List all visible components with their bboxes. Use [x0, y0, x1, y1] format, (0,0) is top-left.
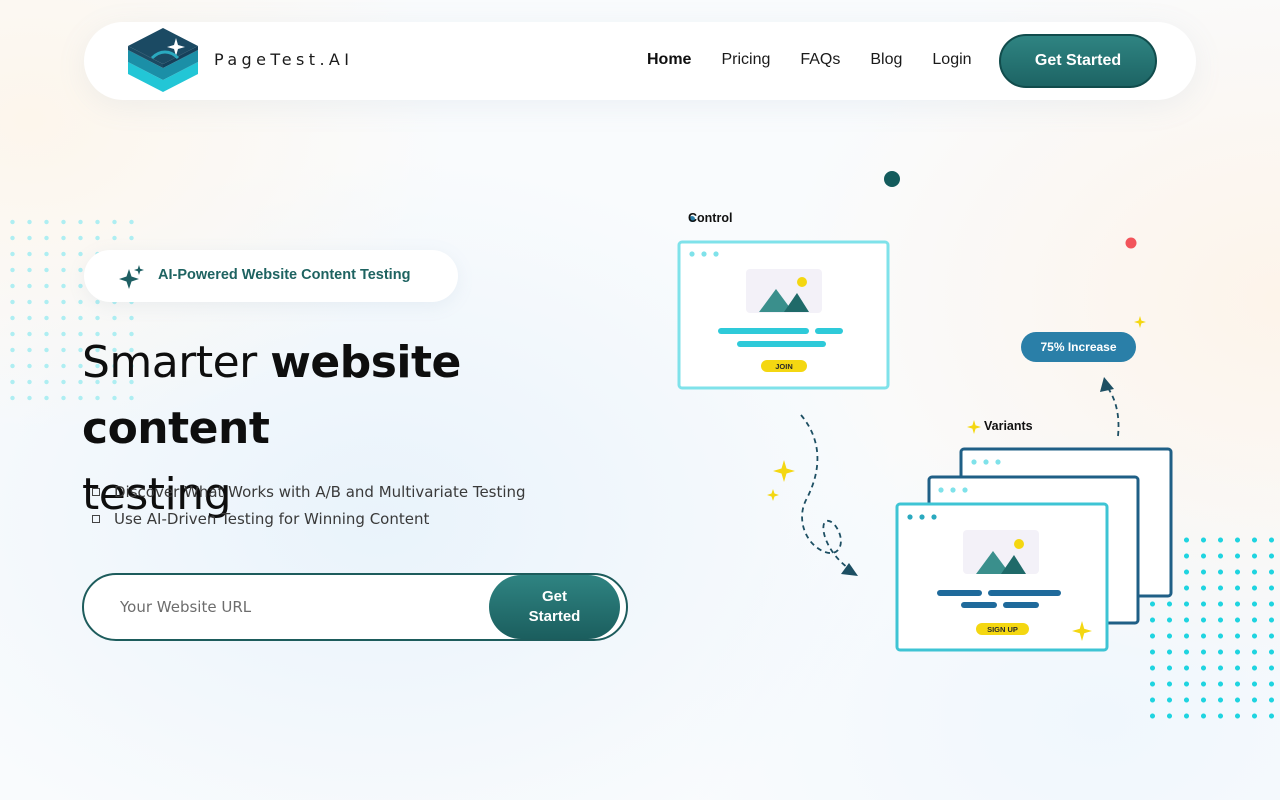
feature-text: Use AI-Driven Testing for Winning Conten…	[114, 509, 430, 528]
website-url-input[interactable]	[102, 587, 482, 627]
main-nav: Home Pricing FAQs Blog Login	[647, 51, 1002, 69]
control-label: Control	[688, 211, 733, 225]
nav-item-home[interactable]: Home	[647, 51, 691, 69]
sparkle-icon-increase	[1134, 316, 1146, 328]
feature-text: Discover What Works with A/B and Multiva…	[114, 482, 526, 501]
url-form: Get Started	[82, 573, 628, 641]
nav-item-pricing[interactable]: Pricing	[721, 51, 770, 69]
join-tag: JOIN	[761, 360, 807, 372]
feature-list: Discover What Works with A/B and Multiva…	[90, 478, 526, 532]
get-started-header-button[interactable]: Get Started	[999, 34, 1157, 88]
sparkle-icon-small	[767, 489, 779, 501]
decor-dot-red	[1125, 237, 1137, 249]
sparkle-icon-variants	[967, 420, 981, 434]
feature-item: Discover What Works with A/B and Multiva…	[90, 478, 526, 505]
sparkle-icon-large	[773, 460, 795, 482]
headline-light-text: Smarter	[82, 337, 271, 388]
dashed-arrow-down	[800, 414, 849, 569]
decor-dot-dark	[884, 171, 900, 187]
dashed-arrow-up	[1107, 387, 1120, 437]
site-header: PageTest.AI Home Pricing FAQs Blog Login…	[84, 22, 1196, 100]
nav-item-blog[interactable]: Blog	[870, 51, 902, 69]
nav-item-login[interactable]: Login	[932, 51, 971, 69]
ab-testing-illustration	[677, 171, 1173, 652]
nav-item-faqs[interactable]: FAQs	[800, 51, 840, 69]
sparkle-icon	[119, 265, 144, 289]
signup-tag: SIGN UP	[976, 623, 1029, 635]
arrow-head-up	[1100, 377, 1114, 392]
badge-label: AI-Powered Website Content Testing	[158, 267, 411, 283]
feature-item: Use AI-Driven Testing for Winning Conten…	[90, 505, 526, 532]
logo-icon[interactable]	[126, 28, 200, 94]
checkbox-bullet-icon	[92, 514, 100, 523]
variants-label: Variants	[984, 419, 1033, 433]
checkbox-bullet-icon	[92, 487, 100, 496]
brand-name[interactable]: PageTest.AI	[214, 50, 353, 69]
increase-badge: 75% Increase	[1021, 332, 1136, 362]
get-started-url-button[interactable]: Get Started	[489, 575, 620, 639]
ai-powered-badge: AI-Powered Website Content Testing	[84, 250, 458, 302]
